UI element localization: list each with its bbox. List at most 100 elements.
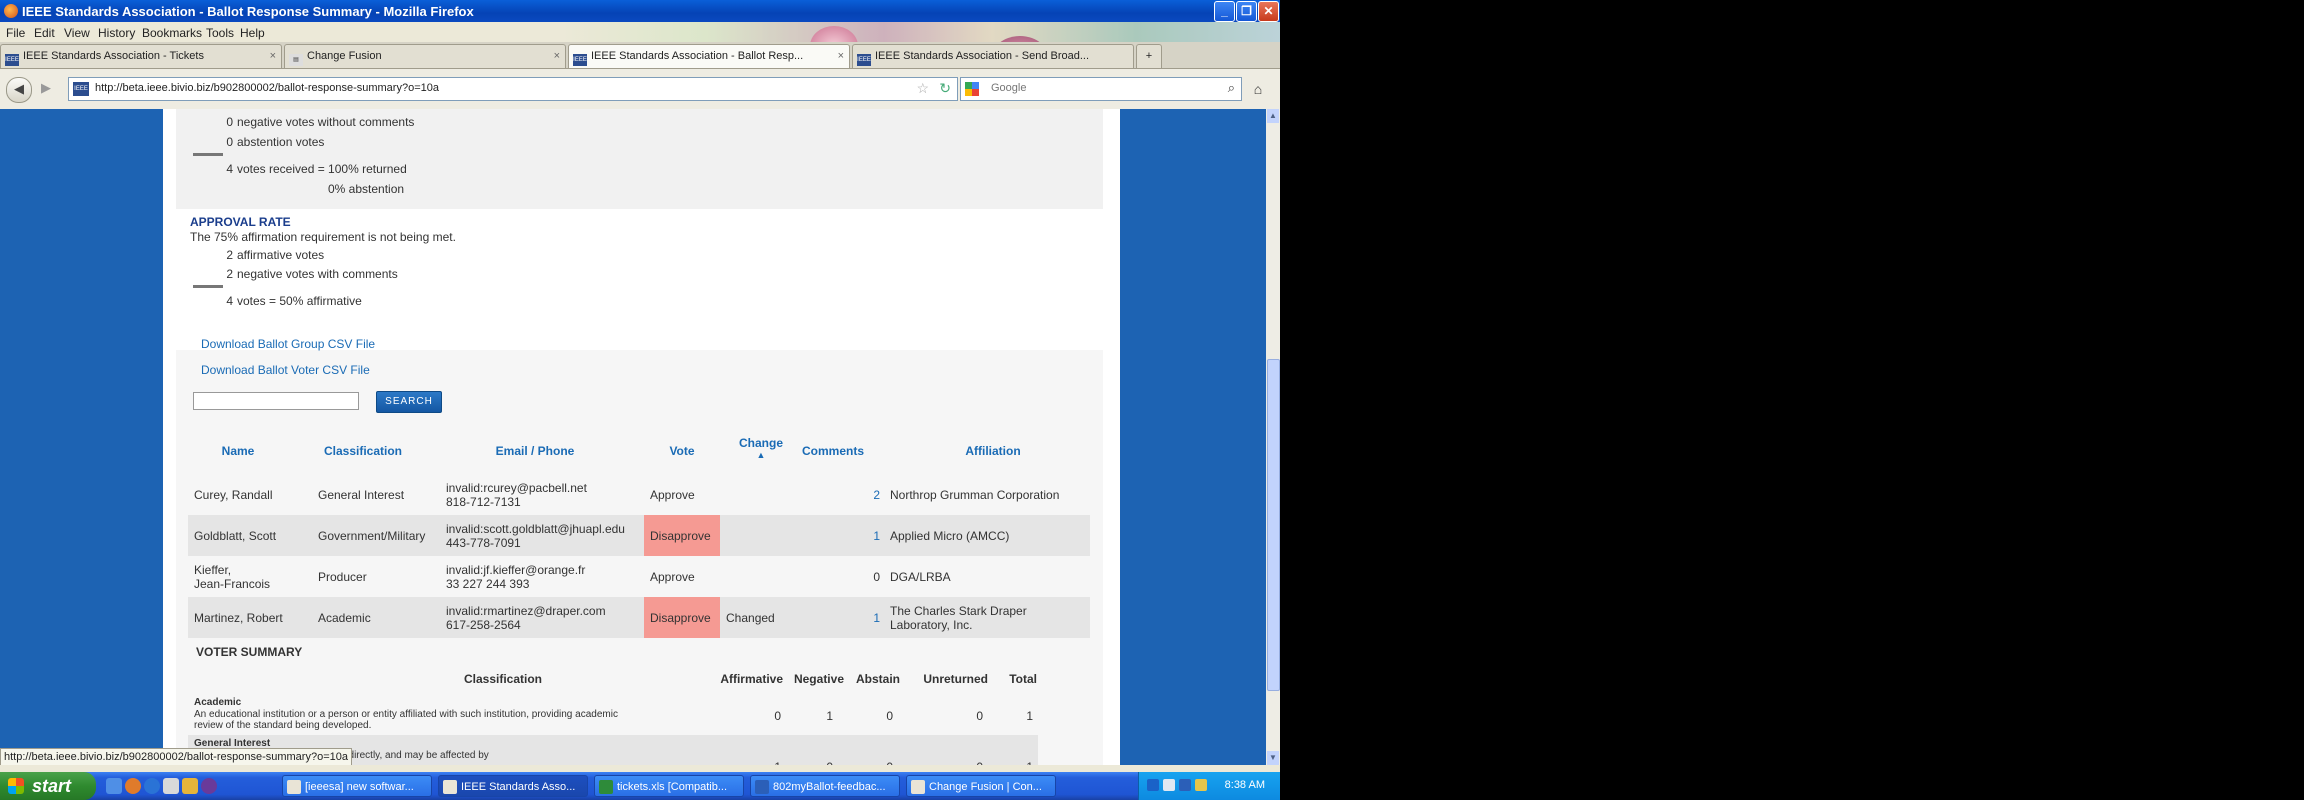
download-voter-csv-link[interactable]: Download Ballot Voter CSV File [201, 363, 370, 377]
approval-line: 4 votes = 50% affirmative [226, 294, 362, 308]
menu-edit[interactable]: Edit [34, 26, 55, 40]
forward-button[interactable]: ▶ [36, 77, 56, 101]
address-bar[interactable]: IEEE http://beta.ieee.bivio.biz/b9028000… [68, 77, 958, 101]
voter-contact: invalid:jf.kieffer@orange.fr 33 227 244 3… [446, 562, 586, 591]
voter-contact: invalid:scott.goldblatt@jhuapl.edu 443-77… [446, 521, 625, 550]
new-tab-button[interactable]: + [1136, 44, 1162, 68]
tab-tickets[interactable]: IEEE IEEE Standards Association - Tickets… [0, 44, 282, 68]
quicklaunch-show-desktop-icon[interactable] [106, 778, 122, 794]
tray-clock[interactable]: 8:38 AM [1225, 779, 1265, 791]
table-row: Curey, Randall General Interest invalid:… [188, 474, 1090, 515]
vertical-scrollbar[interactable]: ▲ ▼ [1266, 109, 1280, 765]
search-bar[interactable]: Google ⌕ [960, 77, 1242, 101]
menu-tools[interactable]: Tools [206, 26, 234, 40]
col-header-name[interactable]: Name [188, 444, 288, 458]
quicklaunch-explorer-icon[interactable] [163, 778, 179, 794]
voter-classification: Producer [318, 569, 367, 584]
table-row: Kieffer, Jean-Francois Producer invalid:j… [188, 556, 1090, 597]
tab-bar: IEEE IEEE Standards Association - Tickets… [0, 42, 1280, 69]
vote-value: Approve [650, 569, 695, 584]
tray-volume-icon[interactable] [1163, 779, 1175, 791]
voter-search-input[interactable] [193, 392, 359, 410]
change-value [720, 474, 800, 515]
tab-label: IEEE Standards Association - Send Broad.… [875, 50, 1090, 62]
taskbar-item[interactable]: tickets.xls [Compatib... [594, 775, 744, 797]
taskbar-item[interactable]: Change Fusion | Con... [906, 775, 1056, 797]
tab-change-fusion[interactable]: ▤ Change Fusion × [284, 44, 566, 68]
quicklaunch-media-icon[interactable] [201, 778, 217, 794]
page-body: 0 negative votes without comments 0 absten… [163, 109, 1120, 765]
tab-close-icon[interactable]: × [270, 45, 276, 67]
scroll-down-arrow-icon[interactable]: ▼ [1267, 751, 1279, 765]
back-button[interactable]: ◀ [6, 77, 32, 103]
restore-button[interactable]: ❐ [1236, 1, 1257, 22]
bookmark-star-icon[interactable]: ☆ [916, 80, 929, 97]
quicklaunch-ie-icon[interactable] [144, 778, 160, 794]
quicklaunch-firefox-icon[interactable] [125, 778, 141, 794]
search-placeholder: Google [991, 82, 1027, 94]
tray-security-icon[interactable] [1179, 779, 1191, 791]
desktop-screen: IEEE Standards Association - Ballot Resp… [0, 0, 1280, 800]
word-icon [755, 780, 769, 794]
tray-network-icon[interactable] [1147, 779, 1159, 791]
col-header-affiliation[interactable]: Affiliation [898, 444, 1088, 458]
close-button[interactable]: ✕ [1258, 1, 1279, 22]
tab-ballot-response[interactable]: IEEE IEEE Standards Association - Ballot … [568, 44, 850, 68]
col-header-email-phone[interactable]: Email / Phone [435, 444, 635, 458]
download-group-csv-link[interactable]: Download Ballot Group CSV File [201, 337, 375, 351]
tab-send-broadcast[interactable]: IEEE IEEE Standards Association - Send Br… [852, 44, 1134, 68]
col-header-vote[interactable]: Vote [644, 444, 720, 458]
app-icon [911, 780, 925, 794]
voter-summary-heading: VOTER SUMMARY [196, 645, 303, 659]
voter-classification: Government/Military [318, 528, 426, 543]
scroll-up-arrow-icon[interactable]: ▲ [1267, 109, 1279, 123]
change-value [720, 556, 800, 597]
vs-row-description: An educational institution or a person o… [194, 709, 618, 720]
menu-file[interactable]: File [6, 26, 25, 40]
tab-close-icon[interactable]: × [838, 45, 844, 67]
minimize-button[interactable]: _ [1214, 1, 1235, 22]
vote-value: Approve [650, 487, 695, 502]
reload-icon[interactable]: ↻ [939, 80, 951, 97]
col-header-classification[interactable]: Classification [308, 444, 418, 458]
menu-bookmarks[interactable]: Bookmarks [142, 26, 202, 40]
app-icon [443, 780, 457, 794]
scrollbar-thumb[interactable] [1267, 359, 1280, 691]
sort-ascending-icon[interactable]: ▲ [721, 450, 801, 460]
start-button[interactable]: start [0, 772, 96, 800]
tab-label: Change Fusion [307, 50, 382, 62]
home-icon[interactable]: ⌂ [1246, 77, 1270, 101]
menu-view[interactable]: View [64, 26, 90, 40]
ieee-favicon: IEEE [573, 54, 587, 66]
approval-line: 2 negative votes with comments [226, 267, 398, 281]
voter-name: Kieffer, Jean-Francois [194, 562, 271, 591]
menu-history[interactable]: History [98, 26, 135, 40]
taskbar-item[interactable]: [ieeesa] new softwar... [282, 775, 432, 797]
col-header-comments[interactable]: Comments [791, 444, 875, 458]
google-icon [965, 82, 979, 96]
menu-help[interactable]: Help [240, 26, 265, 40]
quicklaunch-folder-icon[interactable] [182, 778, 198, 794]
voter-name: Goldblatt, Scott [194, 528, 277, 543]
vs-col-negative: Negative [793, 672, 844, 686]
voter-affiliation: The Charles Stark Draper Laboratory, Inc. [890, 603, 1027, 632]
system-tray: 8:38 AM [1138, 772, 1280, 800]
url-text: http://beta.ieee.bivio.biz/b902800002/ba… [95, 82, 439, 94]
ieee-favicon: IEEE [857, 54, 871, 66]
comments-count-link[interactable]: 2 [800, 474, 880, 515]
comments-count-link[interactable]: 1 [800, 597, 880, 638]
taskbar-item[interactable]: 802myBallot-feedbac... [750, 775, 900, 797]
voter-affiliation: Northrop Grumman Corporation [890, 487, 1060, 502]
search-button[interactable]: SEARCH [376, 391, 442, 413]
col-header-change[interactable]: Change [721, 436, 801, 450]
comments-count: 0 [873, 569, 880, 584]
search-icon[interactable]: ⌕ [1228, 80, 1235, 96]
taskbar-item-active[interactable]: IEEE Standards Asso... [438, 775, 588, 797]
comments-count-link[interactable]: 1 [800, 515, 880, 556]
window-title-bar[interactable]: IEEE Standards Association - Ballot Resp… [0, 0, 1280, 22]
ieee-favicon: IEEE [5, 54, 19, 66]
tray-app-icon[interactable] [1195, 779, 1207, 791]
tab-close-icon[interactable]: × [554, 45, 560, 67]
sum-divider [193, 285, 223, 288]
vs-abstain: 0 [886, 709, 893, 723]
